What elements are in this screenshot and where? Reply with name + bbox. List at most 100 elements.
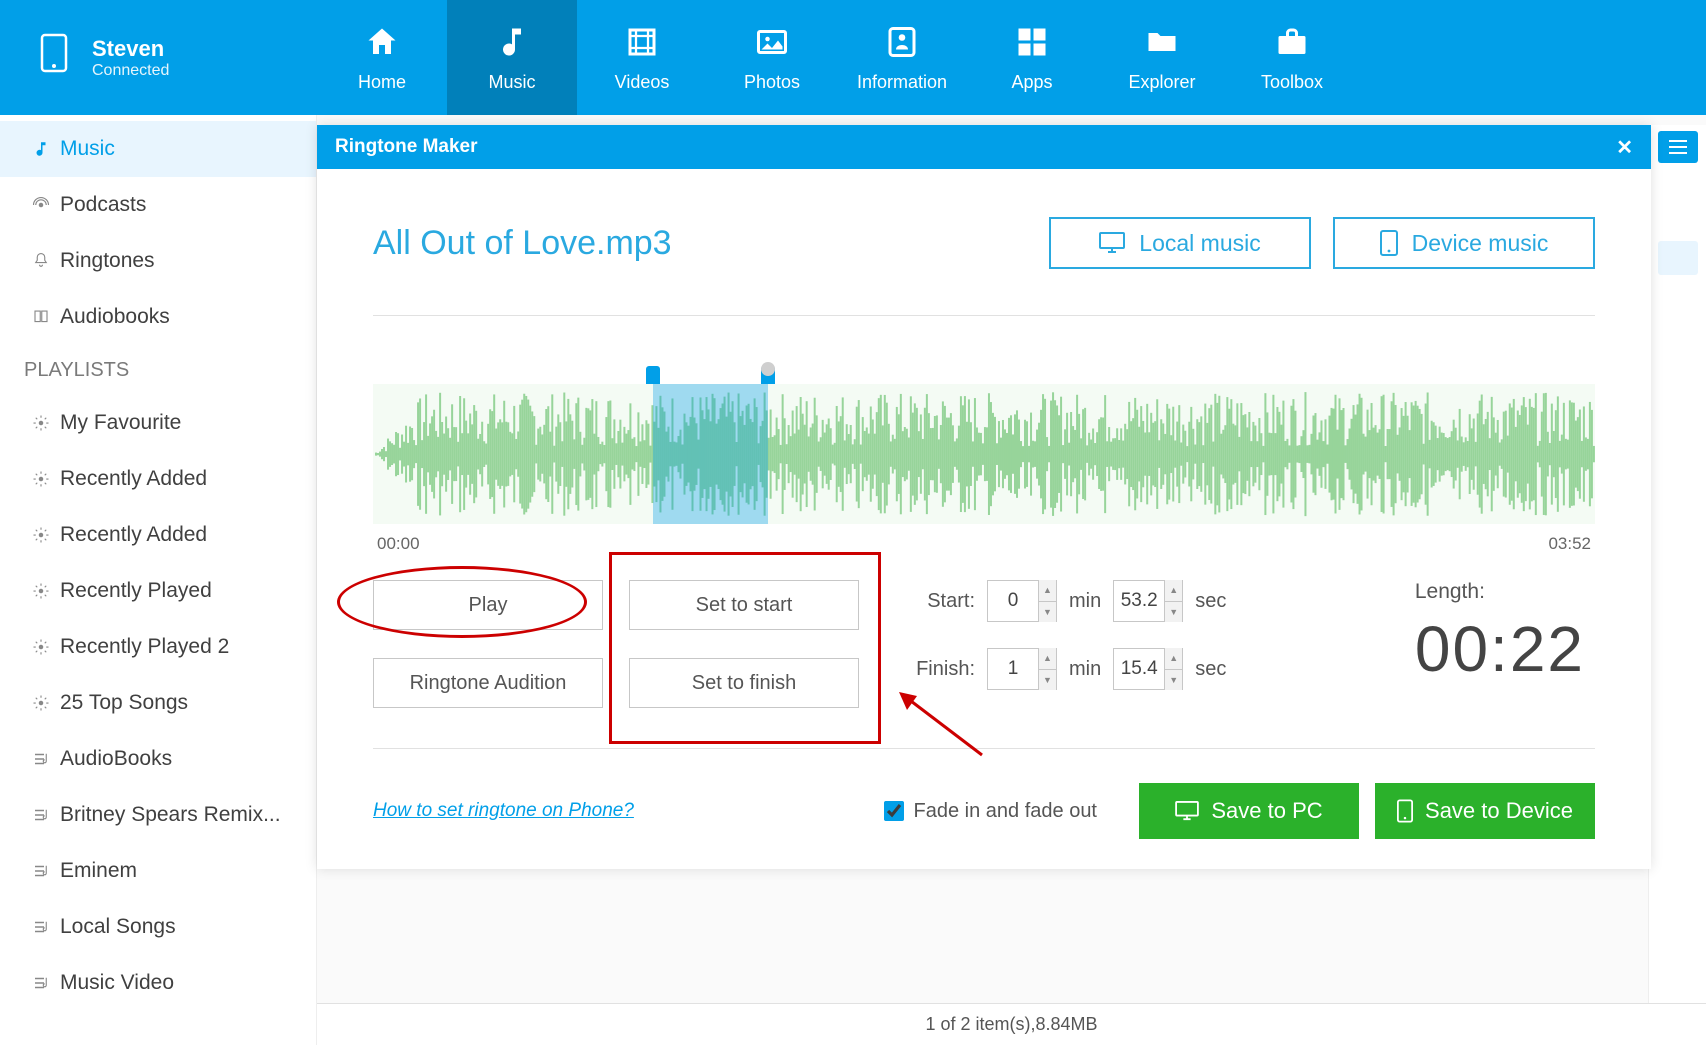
time-start-label: 00:00 xyxy=(377,534,420,554)
playlist-my-favourite[interactable]: My Favourite xyxy=(0,395,316,451)
gear-icon xyxy=(30,468,52,490)
play-button[interactable]: Play xyxy=(373,580,603,630)
playlist-recently-added-2[interactable]: Recently Added xyxy=(0,507,316,563)
tab-explorer[interactable]: Explorer xyxy=(1097,0,1227,115)
playhead-handle[interactable] xyxy=(761,362,775,376)
bell-icon xyxy=(30,250,52,272)
tab-videos[interactable]: Videos xyxy=(577,0,707,115)
spin-down-icon[interactable]: ▼ xyxy=(1165,602,1182,623)
status-text: 1 of 2 item(s),8.84MB xyxy=(925,1014,1097,1035)
tab-home[interactable]: Home xyxy=(317,0,447,115)
sidebar-item-audiobooks[interactable]: Audiobooks xyxy=(0,289,316,345)
gear-icon xyxy=(30,636,52,658)
waveform-selection xyxy=(653,384,768,524)
playlist-recently-added[interactable]: Recently Added xyxy=(0,451,316,507)
podcast-icon xyxy=(30,194,52,216)
playlist-label: My Favourite xyxy=(60,411,181,435)
close-icon[interactable]: ✕ xyxy=(1616,135,1633,160)
device-status: Connected xyxy=(92,62,169,80)
fade-checkbox[interactable]: Fade in and fade out xyxy=(884,800,1123,823)
sidebar-item-label: Music xyxy=(60,137,115,161)
sidebar-playlists-header: PLAYLISTS xyxy=(0,345,316,395)
sidebar-item-podcasts[interactable]: Podcasts xyxy=(0,177,316,233)
playlist-recently-played-2[interactable]: Recently Played 2 xyxy=(0,619,316,675)
gear-icon xyxy=(30,524,52,546)
playlist-label: Music Video xyxy=(60,971,174,995)
tab-apps[interactable]: Apps xyxy=(967,0,1097,115)
video-icon xyxy=(622,22,662,62)
playlist-label: Britney Spears Remix... xyxy=(60,803,281,827)
device-music-button[interactable]: Device music xyxy=(1333,217,1595,269)
list-icon xyxy=(30,972,52,994)
main: Music Podcasts Ringtones Audiobooks PLAY… xyxy=(0,115,1706,1045)
playlist-label: Local Songs xyxy=(60,915,176,939)
save-to-pc-button[interactable]: Save to PC xyxy=(1139,783,1359,839)
sidebar-item-music[interactable]: Music xyxy=(0,121,316,177)
playlist-25-top-songs[interactable]: 25 Top Songs xyxy=(0,675,316,731)
phone-icon xyxy=(1397,799,1413,823)
tab-toolbox[interactable]: Toolbox xyxy=(1227,0,1357,115)
playlist-local-songs[interactable]: Local Songs xyxy=(0,899,316,955)
tab-information[interactable]: Information xyxy=(837,0,967,115)
monitor-icon xyxy=(1175,801,1199,821)
playlist-label: Recently Added xyxy=(60,523,207,547)
gear-icon xyxy=(30,580,52,602)
playlist-audiobooks[interactable]: AudioBooks xyxy=(0,731,316,787)
dialog-titlebar: Ringtone Maker ✕ xyxy=(317,125,1651,169)
spin-down-icon[interactable]: ▼ xyxy=(1039,602,1056,623)
selected-row-indicator xyxy=(1658,241,1698,275)
start-min-input[interactable]: ▲▼ xyxy=(987,580,1057,622)
gear-icon xyxy=(30,412,52,434)
spin-up-icon[interactable]: ▲ xyxy=(1039,648,1056,670)
playlist-label: AudioBooks xyxy=(60,747,172,771)
tab-photos[interactable]: Photos xyxy=(707,0,837,115)
list-icon xyxy=(30,804,52,826)
help-link[interactable]: How to set ringtone on Phone? xyxy=(373,800,634,822)
music-note-icon xyxy=(30,138,52,160)
playlist-label: Eminem xyxy=(60,859,137,883)
waveform[interactable] xyxy=(373,384,1595,524)
home-icon xyxy=(362,22,402,62)
spin-up-icon[interactable]: ▲ xyxy=(1165,648,1182,670)
playlist-label: 25 Top Songs xyxy=(60,691,188,715)
annotation-arrow xyxy=(897,690,987,760)
sidebar-item-ringtones[interactable]: Ringtones xyxy=(0,233,316,289)
toolbox-icon xyxy=(1272,22,1312,62)
ringtone-audition-button[interactable]: Ringtone Audition xyxy=(373,658,603,708)
playlist-eminem[interactable]: Eminem xyxy=(0,843,316,899)
sidebar-item-label: Audiobooks xyxy=(60,305,170,329)
finish-min-input[interactable]: ▲▼ xyxy=(987,648,1057,690)
tab-music[interactable]: Music xyxy=(447,0,577,115)
list-icon xyxy=(30,916,52,938)
list-icon xyxy=(30,860,52,882)
folder-icon xyxy=(1142,22,1182,62)
start-sec-input[interactable]: ▲▼ xyxy=(1113,580,1183,622)
hamburger-button[interactable] xyxy=(1658,131,1698,163)
phone-icon xyxy=(40,33,68,82)
sidebar: Music Podcasts Ringtones Audiobooks PLAY… xyxy=(0,115,317,1045)
playlist-recently-played[interactable]: Recently Played xyxy=(0,563,316,619)
playlist-britney[interactable]: Britney Spears Remix... xyxy=(0,787,316,843)
photo-icon xyxy=(752,22,792,62)
device-panel: Steven Connected xyxy=(0,0,317,115)
playlist-label: Recently Played 2 xyxy=(60,635,229,659)
dialog-title: Ringtone Maker xyxy=(335,136,478,158)
finish-sec-input[interactable]: ▲▼ xyxy=(1113,648,1183,690)
set-to-finish-button[interactable]: Set to finish xyxy=(629,658,859,708)
set-to-start-button[interactable]: Set to start xyxy=(629,580,859,630)
fade-checkbox-input[interactable] xyxy=(884,801,904,821)
device-info: Steven Connected xyxy=(92,36,169,80)
status-bar: 1 of 2 item(s),8.84MB xyxy=(317,1003,1706,1045)
spin-up-icon[interactable]: ▲ xyxy=(1039,580,1056,602)
spin-up-icon[interactable]: ▲ xyxy=(1165,580,1182,602)
playlist-label: Recently Played xyxy=(60,579,212,603)
info-icon xyxy=(882,22,922,62)
spin-down-icon[interactable]: ▼ xyxy=(1165,670,1182,691)
spin-down-icon[interactable]: ▼ xyxy=(1039,670,1056,691)
local-music-button[interactable]: Local music xyxy=(1049,217,1311,269)
save-to-device-button[interactable]: Save to Device xyxy=(1375,783,1595,839)
playlist-music-video[interactable]: Music Video xyxy=(0,955,316,1011)
ringtone-maker-dialog: Ringtone Maker ✕ All Out of Love.mp3 Loc… xyxy=(317,125,1651,869)
time-end-label: 03:52 xyxy=(1548,534,1591,554)
device-name: Steven xyxy=(92,36,169,62)
